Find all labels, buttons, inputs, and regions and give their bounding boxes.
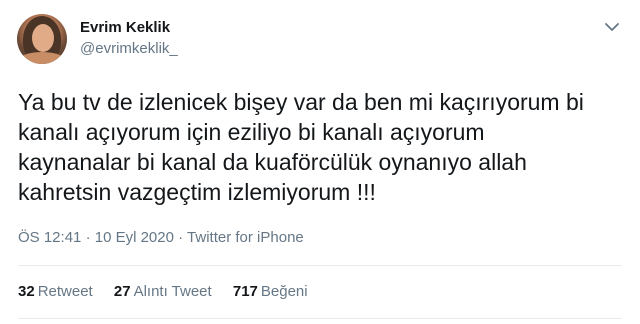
meta-separator: · [85,229,91,246]
retweet-label: Retweet [37,283,93,300]
avatar-shoulder [17,52,67,64]
chevron-down-icon[interactable] [603,20,621,34]
tweet-text-line: kahretsin vazgeçtim izlemiyorum !!! [18,179,376,205]
divider [18,265,622,266]
tweet-text-line: kaynanalar bi kanal da kuaförcülük oynan… [18,149,527,175]
tweet-card: Evrim Keklik @evrimkeklik_ Ya bu tv de i… [0,0,640,324]
tweet-time[interactable]: ÖS 12:41 [18,229,81,246]
divider [18,318,622,319]
tweet-date[interactable]: 10 Eyl 2020 [95,229,174,246]
tweet-stats: 32 Retweet 27 Alıntı Tweet 717 Beğeni [18,283,325,300]
tweet-meta: ÖS 12:41 · 10 Eyl 2020 · Twitter for iPh… [18,229,304,246]
retweet-count: 32 [18,283,35,300]
quote-tweet-count: 27 [113,283,131,300]
tweet-text-line: kanalı açıyorum için eziliyo bi kanalı a… [18,119,485,145]
like-count: 717 [232,283,258,300]
tweet-text-line: Ya bu tv de izlenicek bişey var da ben m… [18,89,584,115]
avatar-face [32,24,54,52]
like-stat[interactable]: 717 Beğeni [233,283,308,300]
quote-tweet-label: Alıntı Tweet [133,283,212,300]
display-name[interactable]: Evrim Keklik [80,19,170,36]
user-handle[interactable]: @evrimkeklik_ [80,40,178,57]
like-label: Beğeni [260,283,308,300]
meta-separator: · [178,229,184,246]
tweet-text: Ya bu tv de izlenicek bişey var da ben m… [18,87,618,207]
quote-tweet-stat[interactable]: 27 Alıntı Tweet [114,283,212,300]
retweet-stat[interactable]: 32 Retweet [18,283,93,300]
tweet-source[interactable]: Twitter for iPhone [187,229,304,246]
avatar[interactable] [17,14,67,64]
